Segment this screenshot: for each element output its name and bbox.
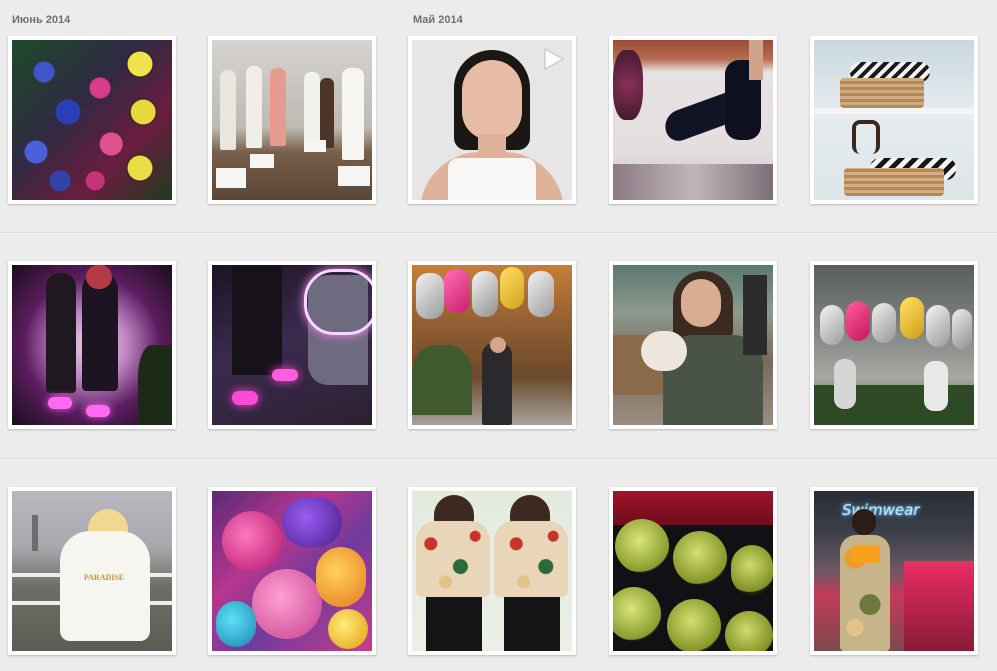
photo-parrot-balloons [212,491,372,651]
photo-tile-model-portrait[interactable] [408,36,576,204]
photo-paradise-sweatshirt: PARADISE [12,491,172,651]
month-label-june: Июнь 2014 [12,14,71,26]
photo-tile-parrot-balloons[interactable] [208,487,376,655]
sweatshirt-print: PARADISE [83,573,125,582]
photo-ashish-balloons-crowd [814,265,974,425]
photo-tile-espadrille-wedges[interactable] [810,36,978,204]
photo-tile-green-eyeshadows[interactable] [609,487,777,655]
photo-green-eyeshadows [613,491,773,651]
photo-twins-floral-shirts [412,491,572,651]
photo-tile-paradise-sweatshirt[interactable]: PARADISE [8,487,176,655]
photo-tile-flower-garlands[interactable] [8,36,176,204]
photo-woman-with-dog [613,265,773,425]
video-play-icon [544,48,564,70]
photo-ashish-balloons-person [412,265,572,425]
photo-model-portrait [412,40,572,200]
photo-flower-garlands [12,40,172,200]
photo-tile-ashish-balloons-person[interactable] [408,261,576,429]
photo-tile-ashish-balloons-crowd[interactable] [810,261,978,429]
photo-tile-black-heels[interactable] [609,36,777,204]
photo-tile-mannequins-store[interactable] [208,36,376,204]
photo-mannequins-store [212,40,372,200]
row-divider [0,458,997,460]
photo-girls-led-shoes [12,265,172,425]
photo-espadrille-wedges [814,40,974,200]
photo-swimwear-store: Swimwear [814,491,974,651]
row-divider [0,232,997,234]
photo-tile-led-sneakers[interactable] [208,261,376,429]
month-label-may: Май 2014 [413,14,463,26]
photo-led-sneakers [212,265,372,425]
photo-tile-woman-with-dog[interactable] [609,261,777,429]
photo-black-heels [613,40,773,200]
photo-tile-girls-led-shoes[interactable] [8,261,176,429]
photo-tile-swimwear-store[interactable]: Swimwear [810,487,978,655]
photo-tile-twins-floral-shirts[interactable] [408,487,576,655]
